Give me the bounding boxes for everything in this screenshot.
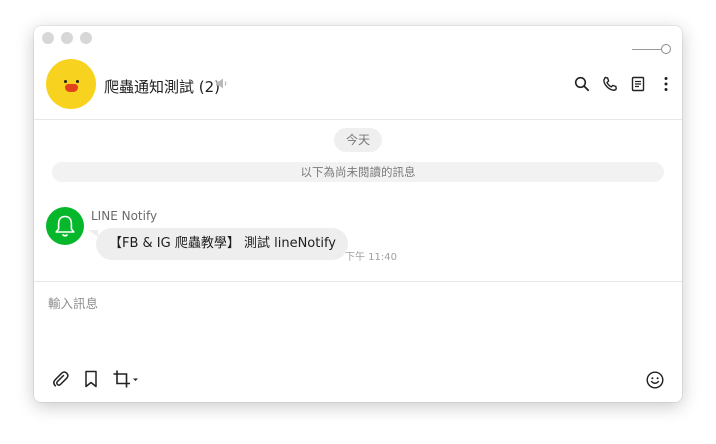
minimize-window-button[interactable] [61,32,73,44]
more-vertical-icon[interactable] [658,76,674,92]
phone-icon[interactable] [602,76,618,92]
window-controls [42,32,92,44]
chat-avatar[interactable] [46,59,96,109]
chat-header: 爬蟲通知測試 (2) [34,58,682,120]
bell-icon [55,215,75,237]
unread-separator: 以下為尚未閱讀的訊息 [52,162,664,182]
notes-icon[interactable] [630,76,646,92]
bubble-tail [88,230,98,237]
zoom-window-button[interactable] [80,32,92,44]
attach-icon[interactable] [51,370,69,388]
date-separator: 今天 [334,128,382,152]
message-input[interactable]: 輸入訊息 [48,293,98,312]
keep-bookmark-icon[interactable] [82,370,100,388]
search-icon[interactable] [574,76,590,92]
message-timestamp: 下午 11:40 [345,252,397,263]
avatar-eye-left [64,80,67,83]
close-window-button[interactable] [42,32,54,44]
message-sender[interactable]: LINE Notify [91,209,157,223]
chat-title[interactable]: 爬蟲通知測試 (2) [104,76,220,97]
chat-window: 爬蟲通知測試 (2) 今天 以下為尚未閱讀的訊息 LINE Notify 【FB… [34,26,682,402]
composer-divider [34,281,682,282]
sally-chick-icon [65,84,78,92]
composer-toolbar [51,370,139,388]
emoji-icon[interactable] [646,371,664,389]
opacity-slider[interactable] [632,43,672,55]
slider-knob[interactable] [661,44,671,54]
message-bubble[interactable]: 【FB & IG 爬蟲教學】 測試 lineNotify [96,228,348,260]
speaker-icon [216,78,227,89]
header-actions [574,76,674,92]
sender-avatar[interactable] [46,207,84,245]
screenshot-crop-icon[interactable] [113,370,139,388]
slider-track [632,49,664,50]
header-divider [34,119,682,120]
avatar-eye-right [76,80,79,83]
